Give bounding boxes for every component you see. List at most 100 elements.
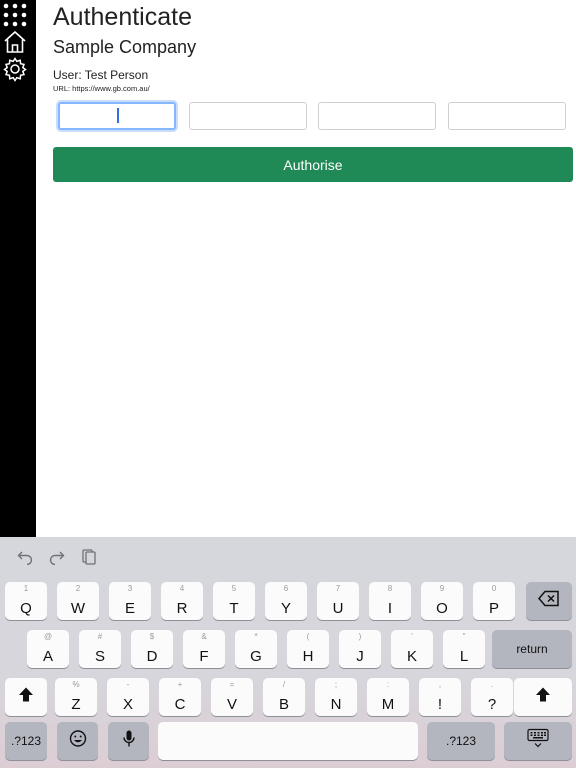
onscreen-keyboard: 1Q2W3E4R5T6Y7U8I9O0P @ A # S $ D & F * G(H) J ' K " L … bbox=[0, 537, 576, 768]
key-secondary-char: ) bbox=[358, 632, 362, 641]
key-primary-char: N bbox=[330, 696, 342, 713]
key-secondary-char: 3 bbox=[127, 584, 133, 593]
key-primary-char: M bbox=[381, 696, 395, 713]
return-key[interactable]: return bbox=[492, 630, 572, 668]
key-secondary-char: ' bbox=[411, 632, 413, 641]
emoji-icon bbox=[69, 730, 87, 753]
key-secondary-char: " bbox=[462, 632, 466, 641]
key-primary-char: S bbox=[94, 648, 105, 665]
key-secondary-char: = bbox=[229, 680, 235, 689]
key-secondary-char: : bbox=[386, 680, 390, 689]
key-r2-4[interactable]: * G bbox=[235, 630, 277, 668]
key-primary-char: T bbox=[229, 600, 239, 617]
key-primary-char: L bbox=[459, 648, 469, 665]
shift-left-key[interactable] bbox=[5, 678, 47, 716]
key-r2-1[interactable]: # S bbox=[79, 630, 121, 668]
code-input-3[interactable] bbox=[318, 102, 436, 130]
key-r3-4[interactable]: / B bbox=[263, 678, 305, 716]
key-secondary-char: / bbox=[282, 680, 286, 689]
numbers-key-right[interactable]: .?123 bbox=[427, 722, 495, 760]
key-primary-char: O bbox=[436, 600, 448, 617]
key-r2-6[interactable]: ) J bbox=[339, 630, 381, 668]
key-r1-4[interactable]: 5T bbox=[213, 582, 255, 620]
key-primary-char: P bbox=[488, 600, 499, 617]
key-r2-2[interactable]: $ D bbox=[131, 630, 173, 668]
emoji-key[interactable] bbox=[57, 722, 98, 760]
key-r1-3[interactable]: 4R bbox=[161, 582, 203, 620]
screen: Authenticate Sample Company User: Test P… bbox=[0, 0, 576, 768]
key-primary-char: ! bbox=[437, 696, 443, 713]
space-key[interactable] bbox=[158, 722, 418, 760]
key-primary-char: C bbox=[174, 696, 186, 713]
key-r1-9[interactable]: 0P bbox=[473, 582, 515, 620]
key-secondary-char: + bbox=[177, 680, 183, 689]
key-r3-1[interactable]: -X bbox=[107, 678, 149, 716]
key-r1-0[interactable]: 1Q bbox=[5, 582, 47, 620]
key-r2-0[interactable]: @ A bbox=[27, 630, 69, 668]
key-primary-char: Q bbox=[20, 600, 32, 617]
key-secondary-char: 6 bbox=[283, 584, 289, 593]
key-secondary-char: , bbox=[438, 680, 442, 689]
key-primary-char: K bbox=[406, 648, 417, 665]
key-r1-1[interactable]: 2W bbox=[57, 582, 99, 620]
home-icon[interactable] bbox=[2, 29, 28, 55]
apps-grid-icon[interactable] bbox=[2, 2, 28, 28]
key-r1-6[interactable]: 7U bbox=[317, 582, 359, 620]
user-label: User: Test Person bbox=[53, 68, 149, 82]
key-primary-char: R bbox=[176, 600, 188, 617]
gear-icon[interactable] bbox=[2, 56, 28, 82]
code-input-4[interactable] bbox=[448, 102, 566, 130]
key-r3-5[interactable]: ; N bbox=[315, 678, 357, 716]
key-primary-char: B bbox=[278, 696, 289, 713]
undo-icon[interactable] bbox=[16, 547, 34, 565]
shift-icon bbox=[535, 687, 551, 708]
backspace-key[interactable] bbox=[526, 582, 572, 620]
key-r1-2[interactable]: 3E bbox=[109, 582, 151, 620]
key-r2-5[interactable]: (H bbox=[287, 630, 329, 668]
authorise-button[interactable]: Authorise bbox=[53, 147, 573, 182]
key-r2-3[interactable]: & F bbox=[183, 630, 225, 668]
key-primary-char: Y bbox=[280, 600, 291, 617]
key-r1-7[interactable]: 8I bbox=[369, 582, 411, 620]
paste-icon[interactable] bbox=[80, 547, 98, 565]
shift-icon bbox=[18, 687, 34, 708]
hide-keyboard-key[interactable] bbox=[504, 722, 572, 760]
numbers-key-left[interactable]: .?123 bbox=[5, 722, 47, 760]
dictation-key[interactable] bbox=[108, 722, 149, 760]
key-primary-char: J bbox=[356, 648, 364, 665]
sidebar bbox=[0, 0, 36, 537]
keyboard-dismiss-icon bbox=[527, 728, 549, 754]
key-r2-8[interactable]: " L bbox=[443, 630, 485, 668]
code-input-2[interactable] bbox=[189, 102, 307, 130]
key-r2-7[interactable]: ' K bbox=[391, 630, 433, 668]
page-title: Authenticate bbox=[53, 3, 192, 31]
shift-right-key[interactable] bbox=[514, 678, 572, 716]
key-r3-6[interactable]: :M bbox=[367, 678, 409, 716]
key-r1-5[interactable]: 6Y bbox=[265, 582, 307, 620]
key-secondary-char: * bbox=[254, 632, 258, 641]
key-primary-char: G bbox=[250, 648, 262, 665]
key-r3-2[interactable]: + C bbox=[159, 678, 201, 716]
key-secondary-char: ( bbox=[306, 632, 310, 641]
key-r3-8[interactable]: .? bbox=[471, 678, 513, 716]
key-r3-7[interactable]: ,! bbox=[419, 678, 461, 716]
key-primary-char: A bbox=[42, 648, 53, 665]
key-secondary-char: # bbox=[97, 632, 103, 641]
key-r1-8[interactable]: 9O bbox=[421, 582, 463, 620]
key-secondary-char: & bbox=[201, 632, 207, 641]
url-label: URL: https://www.gb.com.au/ bbox=[53, 84, 150, 93]
backspace-icon bbox=[538, 590, 560, 612]
key-primary-char: D bbox=[146, 648, 158, 665]
key-primary-char: I bbox=[387, 600, 393, 617]
key-secondary-char: 4 bbox=[179, 584, 185, 593]
key-secondary-char: 1 bbox=[23, 584, 29, 593]
key-secondary-char: - bbox=[126, 680, 130, 689]
redo-icon[interactable] bbox=[48, 547, 66, 565]
key-secondary-char: 5 bbox=[231, 584, 237, 593]
key-secondary-char: @ bbox=[43, 632, 53, 641]
company-name: Sample Company bbox=[53, 37, 197, 57]
key-secondary-char: 0 bbox=[491, 584, 497, 593]
key-r3-3[interactable]: = V bbox=[211, 678, 253, 716]
key-r3-0[interactable]: % Z bbox=[55, 678, 97, 716]
text-caret bbox=[117, 108, 119, 123]
